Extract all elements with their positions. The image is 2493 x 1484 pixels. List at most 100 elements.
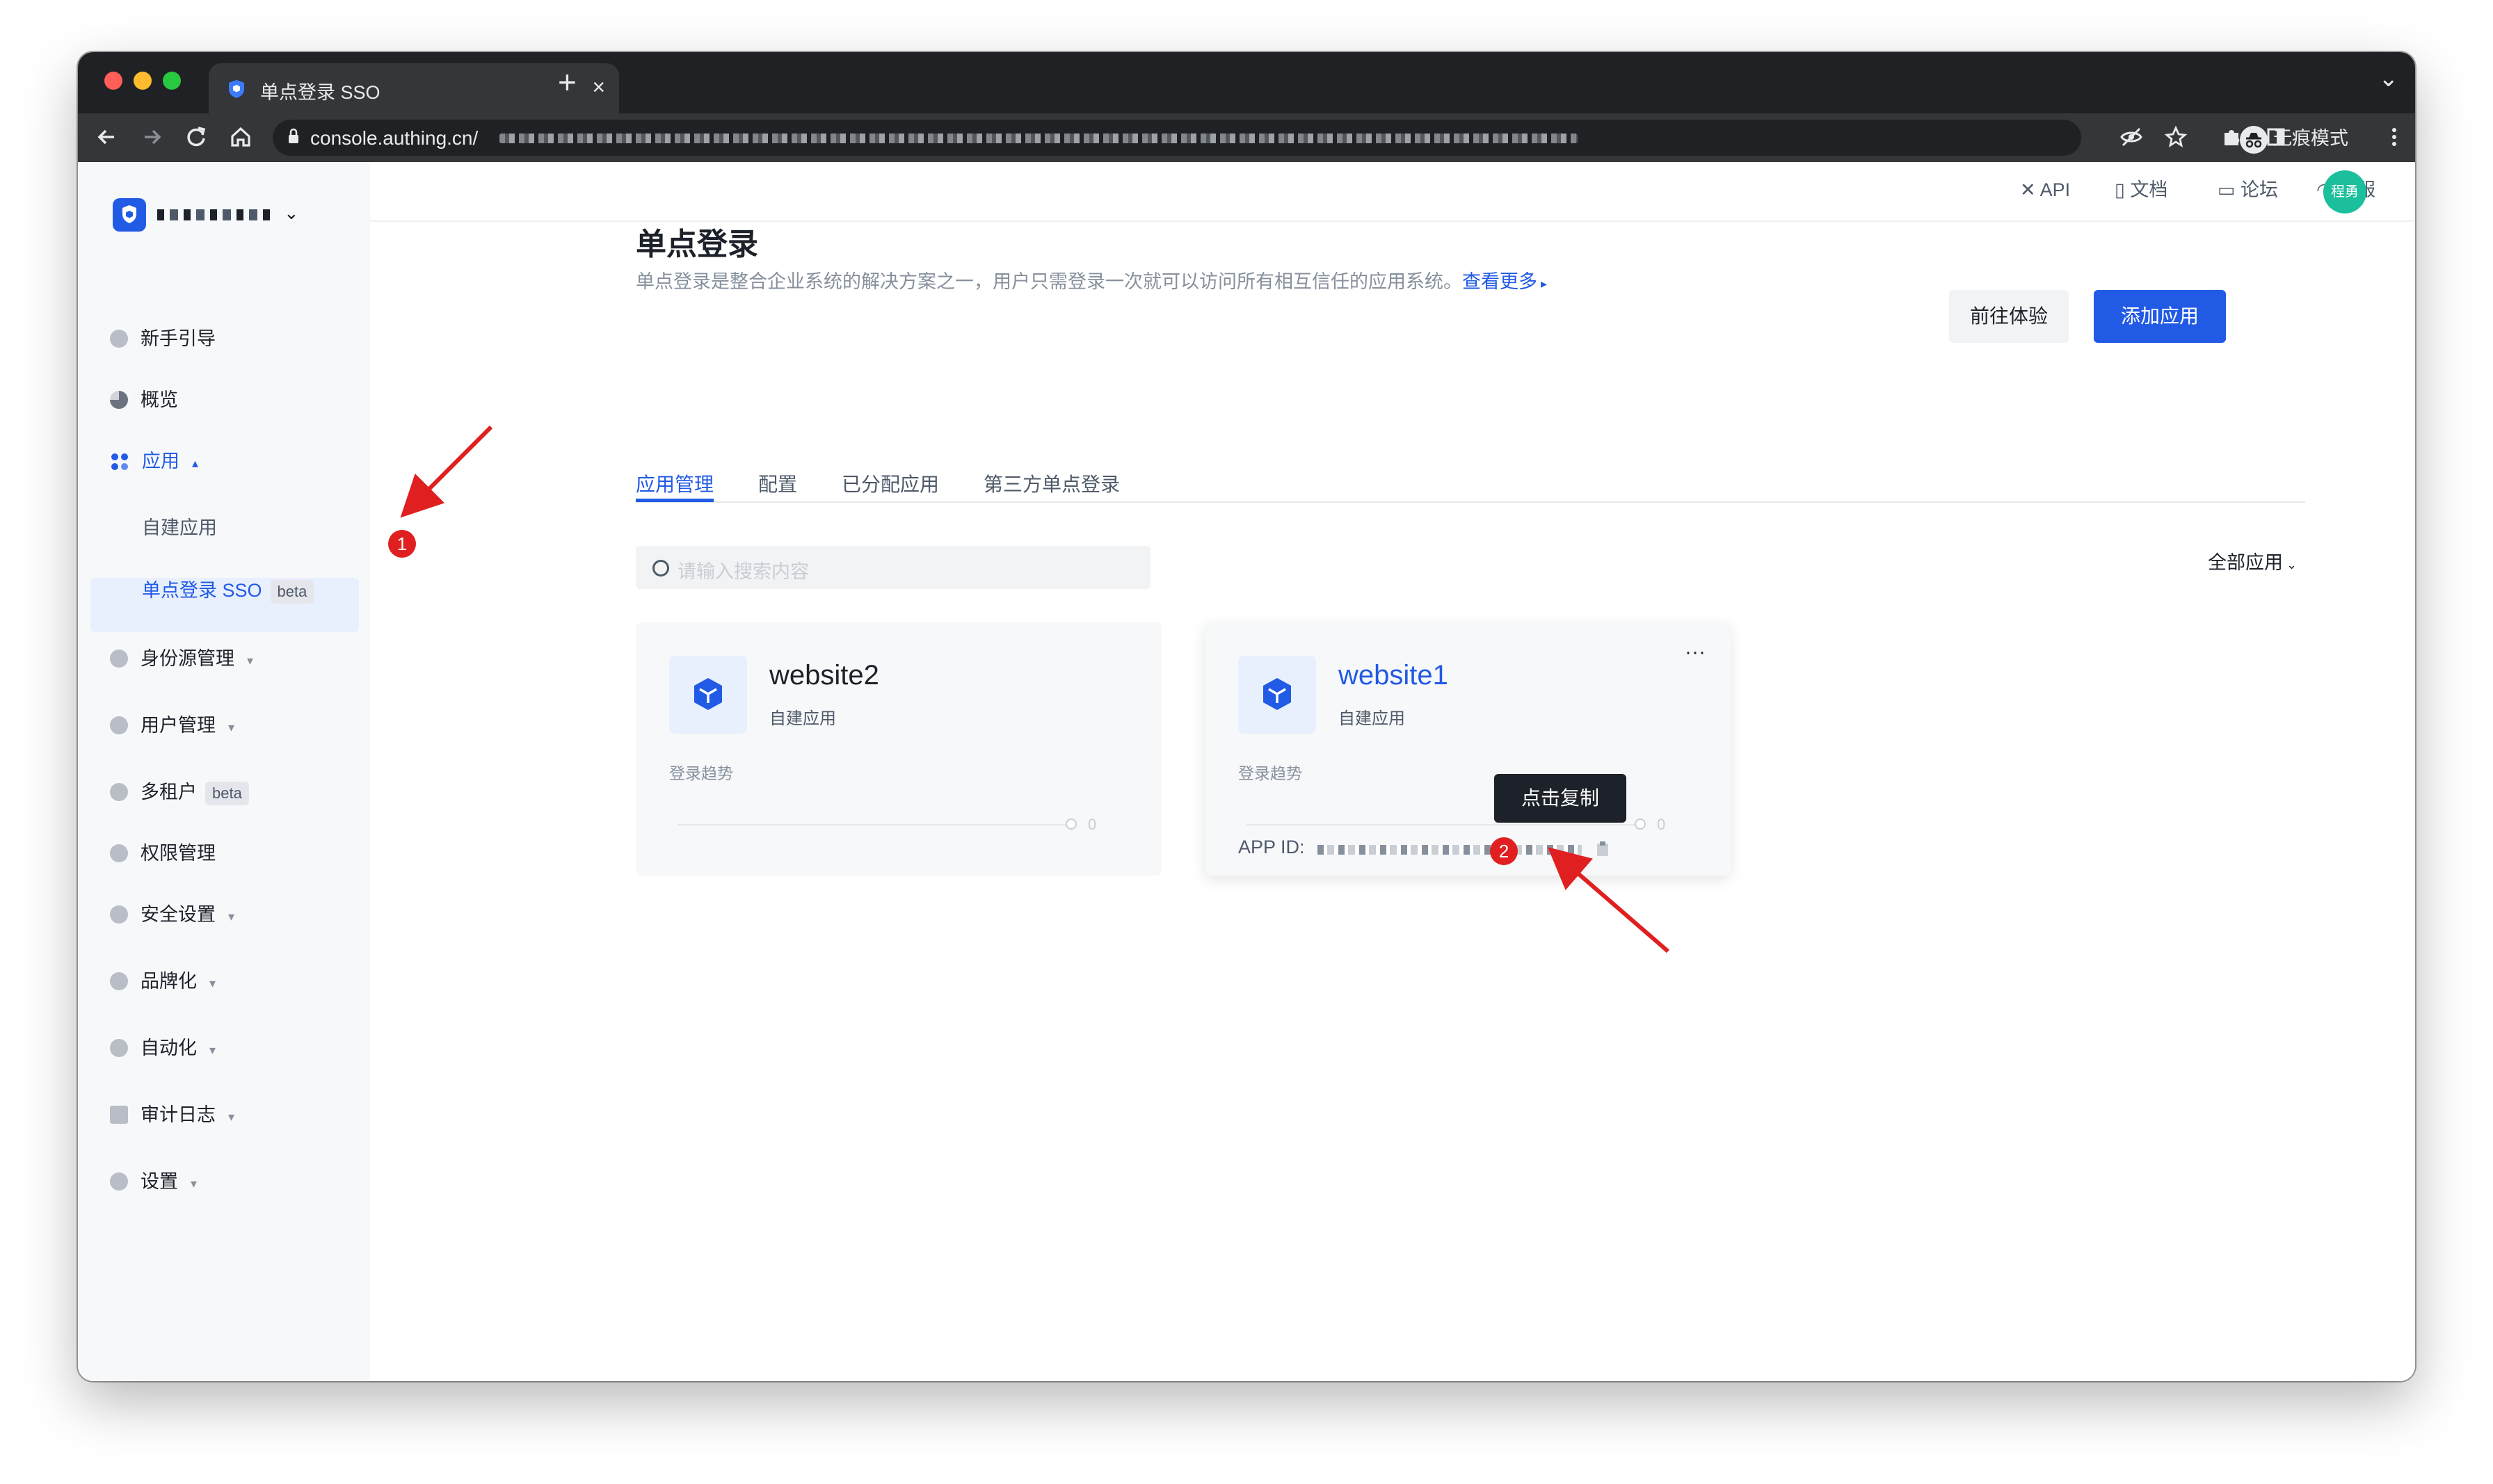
incognito-indicator[interactable]: 无痕模式 <box>2240 123 2348 154</box>
sidebar-item-label: 品牌化 <box>141 971 197 992</box>
page-description-text: 单点登录是整合企业系统的解决方案之一，用户只需登录一次就可以访问所有相互信任的应… <box>636 271 1462 292</box>
robot-icon <box>110 1038 128 1057</box>
cube-icon <box>1263 678 1291 710</box>
tab-app-management[interactable]: 应用管理 <box>636 469 714 497</box>
sidebar-subitem-custom-apps[interactable]: 自建应用 <box>142 514 217 542</box>
home-icon[interactable] <box>224 120 257 154</box>
login-trend-point <box>1635 818 1646 830</box>
page-title: 单点登录 <box>636 227 758 261</box>
sidebar-item-multitenant[interactable]: 多租户 beta <box>110 778 249 806</box>
minimize-window-button[interactable] <box>134 72 152 90</box>
shield-icon <box>122 205 136 223</box>
new-tab-button[interactable]: + <box>558 66 577 98</box>
sidebar-item-settings[interactable]: 设置 ▾ <box>110 1168 197 1195</box>
filter-label: 全部应用 <box>2208 552 2283 573</box>
sidebar-item-permissions[interactable]: 权限管理 <box>110 839 216 867</box>
pie-chart-icon <box>110 390 128 409</box>
shield-icon <box>110 905 128 924</box>
bookmark-star-icon[interactable] <box>2159 120 2193 154</box>
active-tab-indicator <box>636 499 714 502</box>
tabs-divider <box>636 501 2305 503</box>
beta-badge: beta <box>270 579 314 604</box>
sidebar-item-label: 概览 <box>141 389 178 410</box>
sidebar-item-overview[interactable]: 概览 <box>110 386 178 414</box>
tab-config[interactable]: 配置 <box>758 469 797 497</box>
search-icon <box>652 560 669 576</box>
chevron-down-icon[interactable]: ⌄ <box>284 202 299 224</box>
sidebar-subitem-sso[interactable]: 单点登录 SSO beta <box>142 576 314 604</box>
sidebar-item-label: 用户管理 <box>141 715 216 736</box>
login-trend-value: 0 <box>1088 816 1097 833</box>
comment-icon: ▭ <box>2218 179 2241 200</box>
browser-window: 单点登录 SSO × + ⌄ console.authing.cn/ 无痕模式 … <box>78 52 2415 1381</box>
app-type: 自建应用 <box>1338 709 1405 728</box>
app-id-label: APP ID: <box>1238 837 1305 857</box>
tab-title: 单点登录 SSO <box>260 82 380 103</box>
sidebar-item-users[interactable]: 用户管理 ▾ <box>110 711 234 739</box>
tab-assigned-apps[interactable]: 已分配应用 <box>842 469 939 497</box>
app-card-website2[interactable]: website2 自建应用 登录趋势 0 <box>636 622 1162 876</box>
sidebar-item-label: 审计日志 <box>141 1104 216 1125</box>
lock-icon <box>110 844 128 862</box>
maximize-window-button[interactable] <box>163 72 181 90</box>
sidebar-item-label: 应用 <box>142 451 179 471</box>
avatar[interactable]: 程勇 <box>2323 170 2366 213</box>
org-logo[interactable] <box>113 198 146 232</box>
topnav-docs[interactable]: ▯ 文档 <box>2115 175 2167 205</box>
more-menu-icon[interactable]: ··· <box>1685 640 1706 664</box>
chevron-down-icon: ▾ <box>191 1177 198 1191</box>
chevron-down-icon: ▾ <box>228 720 235 734</box>
topnav-label: API <box>2039 179 2071 200</box>
sidebar-item-security[interactable]: 安全设置 ▾ <box>110 901 234 928</box>
add-app-button[interactable]: 添加应用 <box>2094 290 2226 343</box>
close-window-button[interactable] <box>104 72 122 90</box>
back-icon[interactable] <box>90 120 124 154</box>
tab-close-icon[interactable]: × <box>592 73 605 101</box>
chevron-down-icon: ▾ <box>209 1043 216 1057</box>
globe-icon <box>110 782 128 801</box>
forward-icon[interactable] <box>135 120 168 154</box>
beta-badge: beta <box>205 781 249 805</box>
users-icon <box>110 716 128 734</box>
book-icon: ▯ <box>2115 179 2131 200</box>
eye-off-icon[interactable] <box>2115 120 2148 154</box>
topnav-api[interactable]: ✕ API <box>2020 175 2070 205</box>
app-icon <box>669 656 747 734</box>
reload-icon[interactable] <box>179 120 213 154</box>
topnav-label: 论坛 <box>2241 179 2279 200</box>
sidebar-item-branding[interactable]: 品牌化 ▾ <box>110 967 216 995</box>
login-trend-label: 登录趋势 <box>1238 764 1302 782</box>
sidebar-item-guide[interactable]: 新手引导 <box>110 325 216 353</box>
app-name[interactable]: website2 <box>769 660 879 691</box>
app-id-redacted <box>1317 845 1582 855</box>
log-icon <box>110 1105 128 1124</box>
sidebar-item-audit-log[interactable]: 审计日志 ▾ <box>110 1101 234 1129</box>
try-it-button[interactable]: 前往体验 <box>1949 290 2069 343</box>
app-card-website1[interactable]: website1 自建应用 ··· 登录趋势 0 APP ID: <box>1205 622 1731 876</box>
incognito-label: 无痕模式 <box>2273 128 2348 149</box>
sidebar-item-apps[interactable]: 应用 ▴ <box>110 447 198 475</box>
app-filter-dropdown[interactable]: 全部应用 ⌄ <box>2208 547 2297 574</box>
app-icon <box>1238 656 1316 734</box>
sidebar-item-automation[interactable]: 自动化 ▾ <box>110 1034 216 1062</box>
sidebar-item-label: 安全设置 <box>141 904 216 925</box>
sidebar-item-label: 身份源管理 <box>141 648 234 669</box>
address-bar[interactable]: console.authing.cn/ <box>273 120 2081 156</box>
sidebar-item-label: 自动化 <box>141 1038 197 1058</box>
app-name[interactable]: website1 <box>1338 660 1448 691</box>
topnav-forum[interactable]: ▭ 论坛 <box>2218 175 2278 205</box>
org-name-redacted[interactable] <box>157 209 275 220</box>
copy-icon[interactable] <box>1596 841 1610 857</box>
browser-menu-icon[interactable] <box>2378 120 2411 154</box>
search-input[interactable]: 请输入搜索内容 <box>636 546 1151 589</box>
learn-more-link[interactable]: 查看更多 <box>1462 271 1537 292</box>
sidebar-item-label: 新手引导 <box>141 328 216 349</box>
tab-search-icon[interactable]: ⌄ <box>2379 65 2399 92</box>
sidebar-item-identity-sources[interactable]: 身份源管理 ▾ <box>110 645 253 672</box>
login-trend-point <box>1066 818 1077 830</box>
brush-icon <box>110 971 128 990</box>
page-description: 单点登录是整合企业系统的解决方案之一，用户只需登录一次就可以访问所有相互信任的应… <box>636 271 1548 292</box>
sidebar-item-label: 权限管理 <box>141 843 216 864</box>
login-trend-line <box>678 824 1067 825</box>
tab-third-party-sso[interactable]: 第三方单点登录 <box>984 469 1120 497</box>
